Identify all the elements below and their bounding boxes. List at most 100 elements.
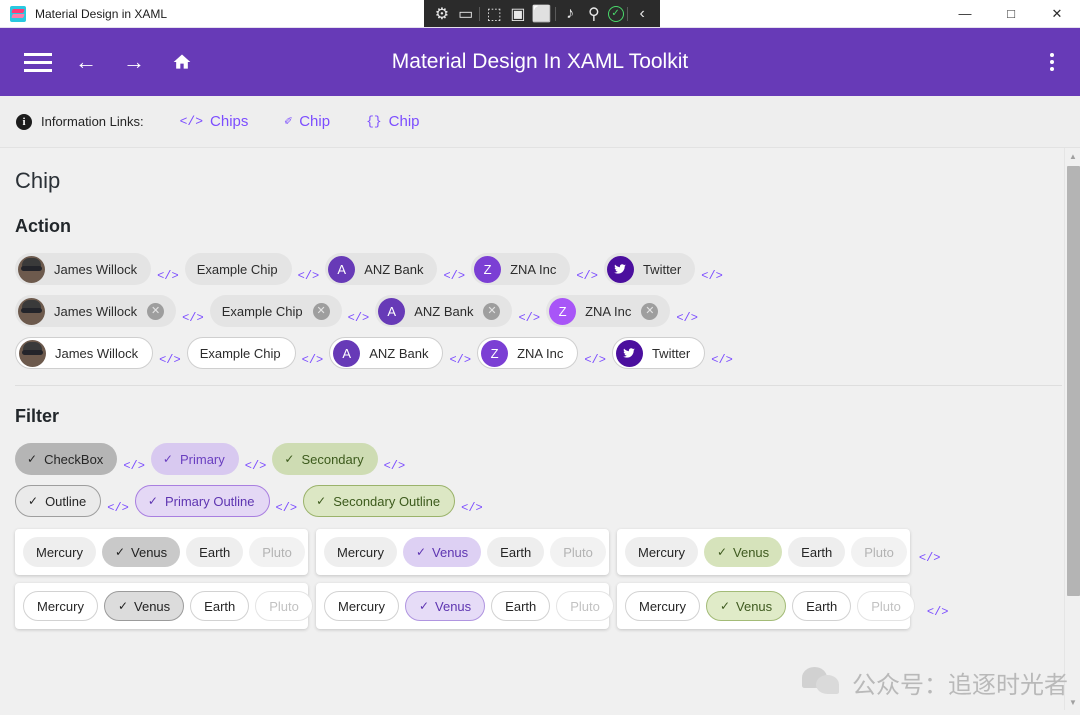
code-snippet-icon[interactable]: </>	[123, 459, 145, 475]
capture-settings-icon[interactable]: ⚙	[432, 5, 452, 23]
planet-chip[interactable]: ✓Venus	[104, 591, 184, 621]
capture-screen-icon[interactable]: ⬜	[532, 5, 552, 23]
capture-window-icon[interactable]: ▣	[508, 5, 528, 23]
chip-label: Venus	[736, 599, 772, 614]
chip-label: Venus	[435, 599, 471, 614]
filter-chip[interactable]: ✓Outline	[15, 485, 101, 517]
vertical-scrollbar[interactable]: ▲ ▼	[1064, 148, 1080, 710]
information-link-chip-2[interactable]: {}Chip	[366, 113, 419, 130]
collapse-left-icon[interactable]: ‹	[632, 5, 652, 23]
action-chip[interactable]: Example Chip✕	[210, 295, 342, 327]
code-snippet-icon[interactable]: </>	[107, 501, 129, 517]
code-snippet-icon[interactable]: </>	[298, 269, 320, 285]
code-snippet-icon[interactable]: </>	[302, 353, 324, 369]
action-chip-row-outlined: James Willock </> Example Chip </> AANZ Bank…	[15, 337, 1062, 369]
planet-chip[interactable]: ✓Venus	[706, 591, 786, 621]
code-snippet-icon[interactable]: </>	[276, 501, 298, 517]
code-snippet-icon[interactable]: </>	[927, 605, 949, 621]
back-arrow-icon[interactable]: ←	[62, 38, 110, 86]
filter-chip[interactable]: ✓Secondary Outline	[303, 485, 455, 517]
accessibility-icon[interactable]: ⚲	[584, 5, 604, 23]
screen-recorder-toolbar[interactable]: ⚙▭ ⬚▣⬜ ♪⚲✓ ‹	[424, 0, 660, 27]
action-chip-row-filled: James Willock✕ </> Example Chip✕ </> AANZ Ba…	[15, 295, 1062, 327]
code-snippet-icon[interactable]: </>	[676, 311, 698, 327]
planet-chip[interactable]: Mercury	[625, 591, 700, 621]
action-chip[interactable]: AANZ Bank✕	[375, 295, 512, 327]
chip-delete-icon[interactable]: ✕	[147, 303, 164, 320]
action-chip[interactable]: ZZNA Inc	[477, 337, 578, 369]
planet-chip[interactable]: ✓Venus	[704, 537, 782, 567]
minimize-button[interactable]: —	[942, 0, 988, 27]
code-snippet-icon[interactable]: </>	[576, 269, 598, 285]
filter-chip[interactable]: ✓Secondary	[272, 443, 377, 475]
chip-delete-icon[interactable]: ✕	[641, 303, 658, 320]
code-snippet-icon[interactable]: </>	[518, 311, 540, 327]
chip-label: ZNA Inc	[510, 262, 558, 277]
planet-chip[interactable]: ✓Venus	[403, 537, 481, 567]
planet-chip[interactable]: Earth	[487, 537, 544, 567]
filter-chip[interactable]: ✓Primary	[151, 443, 239, 475]
action-chip[interactable]: Example Chip	[185, 253, 292, 285]
action-chip[interactable]: AANZ Bank	[329, 337, 443, 369]
scrollbar-thumb[interactable]	[1067, 166, 1080, 596]
planet-chip[interactable]: Earth	[788, 537, 845, 567]
code-snippet-icon[interactable]: </>	[701, 269, 723, 285]
chip-label: ANZ Bank	[369, 346, 430, 361]
planet-selector-card: Mercury✓VenusEarthPluto</>	[15, 529, 308, 575]
filter-chip[interactable]: ✓CheckBox	[15, 443, 117, 475]
code-snippet-icon[interactable]: </>	[348, 311, 370, 327]
close-button[interactable]: ✕	[1034, 0, 1080, 27]
code-snippet-icon[interactable]: </>	[584, 353, 606, 369]
kebab-menu-icon[interactable]	[1050, 53, 1054, 71]
check-ok-icon[interactable]: ✓	[608, 6, 624, 22]
maximize-button[interactable]: □	[988, 0, 1034, 27]
record-video-icon[interactable]: ▭	[456, 5, 476, 23]
scroll-down-arrow-icon[interactable]: ▼	[1065, 694, 1080, 710]
capture-region-icon[interactable]: ⬚	[484, 5, 504, 23]
planet-chip[interactable]: Mercury	[324, 537, 397, 567]
code-snippet-icon[interactable]: </>	[157, 269, 179, 285]
action-chip[interactable]: Example Chip	[187, 337, 296, 369]
code-snippet-icon[interactable]: </>	[182, 311, 204, 327]
check-icon: ✓	[118, 599, 128, 613]
action-chip[interactable]: AANZ Bank	[325, 253, 437, 285]
code-snippet-icon[interactable]: </>	[919, 551, 941, 567]
information-link-chip-1[interactable]: ✐Chip	[284, 113, 330, 130]
code-snippet-icon[interactable]: </>	[461, 501, 483, 517]
code-snippet-icon[interactable]: </>	[384, 459, 406, 475]
planet-chip[interactable]: Mercury	[23, 537, 96, 567]
audio-muted-icon[interactable]: ♪	[560, 5, 580, 23]
action-chip[interactable]: ZZNA Inc	[471, 253, 570, 285]
action-chip[interactable]: James Willock	[15, 253, 151, 285]
planet-chip[interactable]: ✓Venus	[102, 537, 180, 567]
planet-chip[interactable]: Mercury	[625, 537, 698, 567]
code-snippet-icon[interactable]: </>	[245, 459, 267, 475]
section-heading-filter: Filter	[15, 406, 1062, 427]
chip-label: Mercury	[37, 599, 84, 614]
code-snippet-icon[interactable]: </>	[443, 269, 465, 285]
planet-chip[interactable]: ✓Venus	[405, 591, 485, 621]
forward-arrow-icon[interactable]: →	[110, 38, 158, 86]
code-snippet-icon[interactable]: </>	[449, 353, 471, 369]
planet-chip[interactable]: Mercury	[23, 591, 98, 621]
action-chip[interactable]: James Willock✕	[15, 295, 176, 327]
action-chip[interactable]: James Willock	[15, 337, 153, 369]
filter-chip[interactable]: ✓Primary Outline	[135, 485, 270, 517]
action-chip[interactable]: ZZNA Inc✕	[546, 295, 670, 327]
home-icon[interactable]	[158, 38, 206, 86]
planet-chip[interactable]: Earth	[190, 591, 249, 621]
planet-chip[interactable]: Earth	[186, 537, 243, 567]
chip-delete-icon[interactable]: ✕	[483, 303, 500, 320]
planet-chip[interactable]: Mercury	[324, 591, 399, 621]
action-chip[interactable]: Twitter	[612, 337, 705, 369]
toolbar-separator	[627, 7, 628, 21]
hamburger-menu-icon[interactable]	[14, 38, 62, 86]
action-chip[interactable]: Twitter	[604, 253, 695, 285]
information-link-chips-0[interactable]: </>Chips	[180, 113, 249, 130]
planet-chip[interactable]: Earth	[792, 591, 851, 621]
planet-chip[interactable]: Earth	[491, 591, 550, 621]
code-snippet-icon[interactable]: </>	[159, 353, 181, 369]
chip-delete-icon[interactable]: ✕	[313, 303, 330, 320]
code-snippet-icon[interactable]: </>	[711, 353, 733, 369]
scroll-up-arrow-icon[interactable]: ▲	[1065, 148, 1080, 164]
